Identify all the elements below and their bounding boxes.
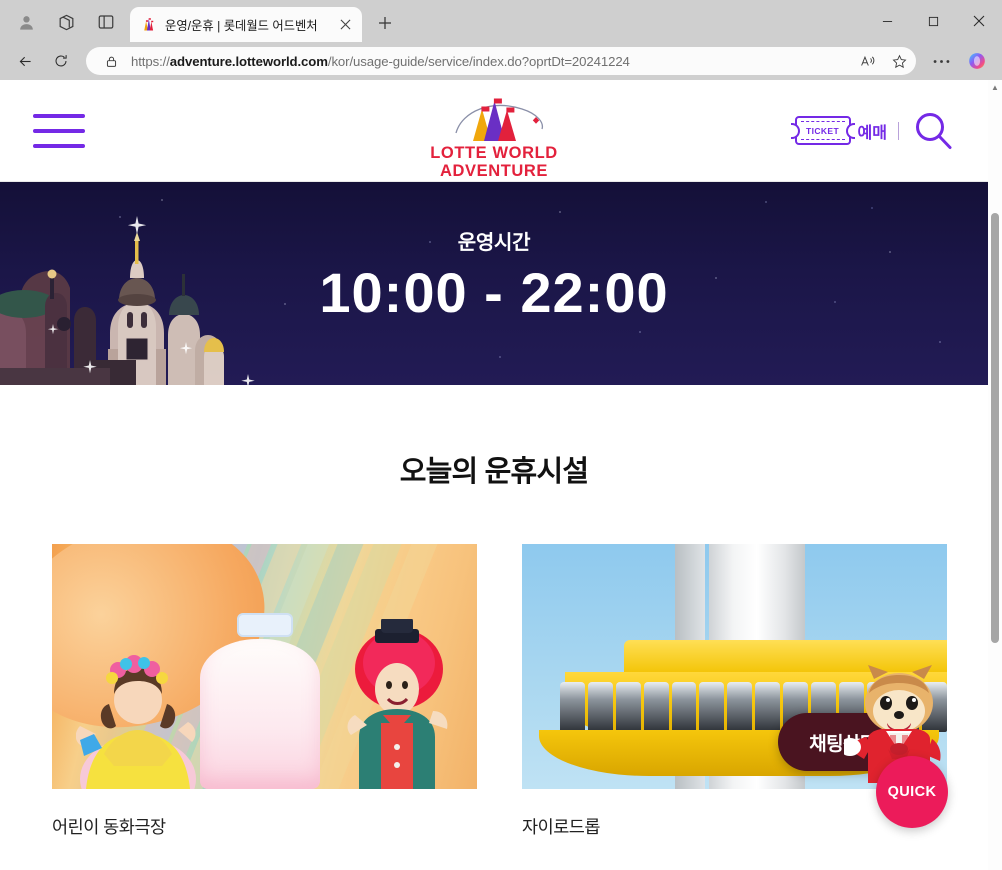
childrens-fairytale-theater-photo bbox=[52, 544, 477, 789]
more-options-icon[interactable] bbox=[924, 46, 958, 76]
tab-strip: 운영/운휴 | 롯데월드 어드벤처 bbox=[0, 0, 1002, 42]
search-icon[interactable] bbox=[910, 108, 956, 154]
quick-menu-button[interactable]: QUICK bbox=[876, 756, 948, 828]
ticket-booking-button[interactable]: TICKET 예매 bbox=[790, 116, 887, 145]
page-viewport: LOTTE WORLD ADVENTURE TICKET 예매 운영시간 10:… bbox=[0, 80, 1002, 870]
operating-hours-value: 10:00 - 22:00 bbox=[319, 261, 669, 324]
workspaces-icon[interactable] bbox=[46, 5, 86, 39]
split-screen-icon[interactable] bbox=[86, 5, 126, 39]
header-actions: TICKET 예매 bbox=[790, 108, 956, 154]
site-header: LOTTE WORLD ADVENTURE TICKET 예매 bbox=[0, 80, 988, 181]
browser-tab[interactable]: 운영/운휴 | 롯데월드 어드벤처 bbox=[130, 7, 362, 42]
browser-window: 운영/운휴 | 롯데월드 어드벤처 https://adventure.lott… bbox=[0, 0, 1002, 870]
hero-text-block: 운영시간 10:00 - 22:00 bbox=[0, 226, 988, 321]
lock-icon bbox=[100, 50, 122, 72]
hamburger-menu-icon[interactable] bbox=[33, 113, 85, 148]
quick-menu-label: QUICK bbox=[887, 784, 937, 800]
logo-line-1: LOTTE WORLD bbox=[430, 144, 558, 162]
lotte-world-castle-icon bbox=[140, 16, 157, 33]
ticket-icon-text: TICKET bbox=[806, 125, 840, 136]
navigation-toolbar: https://adventure.lotteworld.com/kor/usa… bbox=[0, 42, 1002, 80]
maximize-button[interactable] bbox=[910, 0, 956, 42]
page-scrollbar[interactable]: ▲ bbox=[988, 80, 1002, 870]
reload-button[interactable] bbox=[44, 46, 78, 76]
web-page: LOTTE WORLD ADVENTURE TICKET 예매 운영시간 10:… bbox=[0, 80, 988, 870]
close-button[interactable] bbox=[956, 0, 1002, 42]
ticket-booking-label: 예매 bbox=[857, 124, 887, 142]
address-bar[interactable]: https://adventure.lotteworld.com/kor/usa… bbox=[86, 47, 916, 75]
list-item[interactable]: 어린이 동화극장 bbox=[52, 544, 477, 839]
tab-title: 운영/운휴 | 롯데월드 어드벤처 bbox=[165, 18, 318, 33]
site-logo[interactable]: LOTTE WORLD ADVENTURE bbox=[418, 93, 570, 181]
minimize-button[interactable] bbox=[864, 0, 910, 42]
back-button[interactable] bbox=[8, 46, 42, 76]
logo-line-2: ADVENTURE bbox=[439, 161, 549, 180]
copilot-icon[interactable] bbox=[960, 46, 994, 76]
quick-menu-widget: 채팅상담 QUICK bbox=[770, 653, 960, 828]
operating-hours-label: 운영시간 bbox=[457, 232, 531, 254]
page-title: 오늘의 운휴시설 bbox=[399, 456, 589, 488]
url-text: https://adventure.lotteworld.com/kor/usa… bbox=[131, 53, 630, 69]
list-item-caption: 어린이 동화극장 bbox=[52, 817, 166, 837]
window-controls bbox=[864, 0, 1002, 42]
read-aloud-icon[interactable] bbox=[857, 50, 879, 72]
operating-hours-hero: 운영시간 10:00 - 22:00 bbox=[0, 182, 988, 385]
ticket-icon: TICKET bbox=[790, 116, 855, 145]
star-icon[interactable] bbox=[888, 50, 910, 72]
close-tab-icon[interactable] bbox=[334, 14, 356, 36]
profile-avatar-icon[interactable] bbox=[6, 5, 46, 39]
castle-towers-icon bbox=[418, 93, 570, 145]
scrollbar-thumb[interactable] bbox=[991, 213, 999, 643]
scroll-up-arrow-icon[interactable]: ▲ bbox=[991, 83, 999, 92]
new-tab-button[interactable] bbox=[368, 7, 402, 39]
header-divider bbox=[898, 121, 899, 140]
